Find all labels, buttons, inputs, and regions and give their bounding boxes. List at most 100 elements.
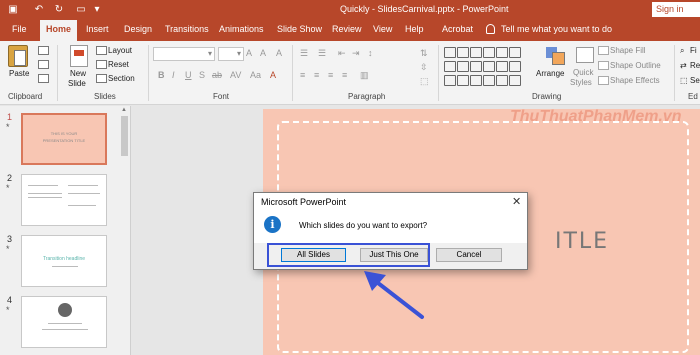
slide-thumbnail-1[interactable]: THIS IS YOUR PRESENTATION TITLE <box>21 113 107 165</box>
strikethrough-icon[interactable]: ab <box>212 70 222 80</box>
new-slide-icon[interactable] <box>70 45 88 67</box>
bold-icon[interactable]: B <box>158 70 165 80</box>
sign-in-button[interactable]: Sign in <box>652 2 700 17</box>
shape-icon[interactable] <box>483 75 495 86</box>
shape-icon[interactable] <box>444 75 456 86</box>
thumbnail-scrollbar[interactable]: ▲ <box>120 106 129 355</box>
tab-design[interactable]: Design <box>124 24 152 34</box>
grow-font-icon[interactable]: A <box>246 48 252 58</box>
section-button[interactable]: Section <box>108 74 135 83</box>
new-slide-label-2[interactable]: Slide <box>68 79 86 88</box>
shape-icon[interactable] <box>496 75 508 86</box>
present-icon[interactable]: ▭ <box>74 3 88 17</box>
italic-icon[interactable]: I <box>172 70 175 80</box>
columns-icon[interactable]: ▥ <box>360 70 369 81</box>
shrink-font-icon[interactable]: A <box>260 48 266 58</box>
copy-icon[interactable] <box>38 60 49 69</box>
change-case-icon[interactable]: Aa <box>250 70 261 80</box>
font-color-icon[interactable]: A <box>270 70 276 80</box>
underline-icon[interactable]: U <box>185 70 192 80</box>
slide-title-fragment[interactable]: ITLE <box>555 229 609 254</box>
increase-indent-icon[interactable]: ⇥ <box>352 48 360 59</box>
decrease-indent-icon[interactable]: ⇤ <box>338 48 346 59</box>
redo-icon[interactable]: ↻ <box>52 3 66 17</box>
slide-thumbnail-2[interactable] <box>21 174 107 226</box>
shape-icon[interactable] <box>509 75 521 86</box>
find-icon[interactable]: ⌕ <box>680 46 684 56</box>
quick-styles-label-1[interactable]: Quick <box>573 68 593 77</box>
shape-outline-button[interactable]: Shape Outline <box>610 61 661 70</box>
replace-button[interactable]: Re <box>690 61 700 70</box>
shape-icon[interactable] <box>444 47 456 58</box>
shape-fill-button[interactable]: Shape Fill <box>610 46 646 55</box>
shape-icon[interactable] <box>509 47 521 58</box>
tab-acrobat[interactable]: Acrobat <box>442 24 473 34</box>
align-right-icon[interactable]: ≡ <box>328 70 333 80</box>
slide-thumbnail-3[interactable]: Transition headline <box>21 235 107 287</box>
shape-icon[interactable] <box>457 47 469 58</box>
shadow-icon[interactable]: S <box>199 70 205 80</box>
align-left-icon[interactable]: ≡ <box>300 70 305 80</box>
find-button[interactable]: Fi <box>690 46 697 55</box>
shape-icon[interactable] <box>483 47 495 58</box>
paste-icon[interactable] <box>8 45 28 67</box>
shapes-gallery[interactable] <box>444 46 530 90</box>
tab-home[interactable]: Home <box>40 20 78 41</box>
select-icon[interactable]: ⬚ <box>680 76 688 85</box>
shape-icon[interactable] <box>444 61 456 72</box>
new-slide-label-1[interactable]: New <box>70 69 86 78</box>
format-painter-icon[interactable] <box>38 74 49 83</box>
arrange-icon[interactable] <box>546 47 565 65</box>
close-icon[interactable]: ✕ <box>512 195 521 208</box>
smartart-icon[interactable]: ⬚ <box>420 76 429 87</box>
scrollbar-thumb[interactable] <box>121 116 128 156</box>
tab-slide-show[interactable]: Slide Show <box>277 24 322 34</box>
font-size-box[interactable]: ▾ <box>218 47 244 61</box>
shape-icon[interactable] <box>509 61 521 72</box>
select-button[interactable]: Se <box>690 76 700 85</box>
slide-thumbnail-4[interactable] <box>21 296 107 348</box>
tab-animations[interactable]: Animations <box>219 24 264 34</box>
save-icon[interactable]: ▣ <box>6 3 20 17</box>
shape-icon[interactable] <box>470 61 482 72</box>
tab-insert[interactable]: Insert <box>86 24 109 34</box>
tab-help[interactable]: Help <box>405 24 424 34</box>
group-label-font: Font <box>213 92 230 101</box>
tab-review[interactable]: Review <box>332 24 362 34</box>
bullets-icon[interactable]: ☰ <box>300 48 308 59</box>
layout-button[interactable]: Layout <box>108 46 132 55</box>
clear-format-icon[interactable]: A <box>276 48 282 58</box>
scroll-up-icon[interactable]: ▲ <box>121 107 127 113</box>
shape-effects-button[interactable]: Shape Effects <box>610 76 660 85</box>
shape-icon[interactable] <box>483 61 495 72</box>
cancel-button[interactable]: Cancel <box>436 248 502 262</box>
customize-toolbar-icon[interactable]: ▾ <box>90 3 104 17</box>
shape-icon[interactable] <box>457 61 469 72</box>
tab-transitions[interactable]: Transitions <box>165 24 209 34</box>
shape-icon[interactable] <box>496 61 508 72</box>
font-name-box[interactable]: ▾ <box>153 47 215 61</box>
align-text-icon[interactable]: ⇳ <box>420 62 428 73</box>
char-spacing-icon[interactable]: AV <box>230 70 241 80</box>
quick-styles-icon[interactable] <box>576 47 594 63</box>
quick-styles-label-2[interactable]: Styles <box>570 78 592 87</box>
line-spacing-icon[interactable]: ↕ <box>368 48 373 58</box>
shape-icon[interactable] <box>496 47 508 58</box>
undo-icon[interactable]: ↶ <box>32 3 46 17</box>
text-direction-icon[interactable]: ⇅ <box>420 48 428 59</box>
justify-icon[interactable]: ≡ <box>342 70 347 80</box>
arrange-button[interactable]: Arrange <box>536 69 564 78</box>
shape-icon[interactable] <box>457 75 469 86</box>
tell-me-search[interactable]: Tell me what you want to do <box>486 24 612 34</box>
shape-icon[interactable] <box>470 47 482 58</box>
align-center-icon[interactable]: ≡ <box>314 70 319 80</box>
tab-view[interactable]: View <box>373 24 392 34</box>
tab-file[interactable]: File <box>12 24 27 34</box>
thumb-photo <box>58 303 72 317</box>
cut-icon[interactable] <box>38 46 49 55</box>
shape-icon[interactable] <box>470 75 482 86</box>
paste-button-label[interactable]: Paste <box>9 69 29 78</box>
numbering-icon[interactable]: ☰ <box>318 48 326 59</box>
replace-icon[interactable]: ⇄ <box>680 61 687 70</box>
reset-button[interactable]: Reset <box>108 60 129 69</box>
